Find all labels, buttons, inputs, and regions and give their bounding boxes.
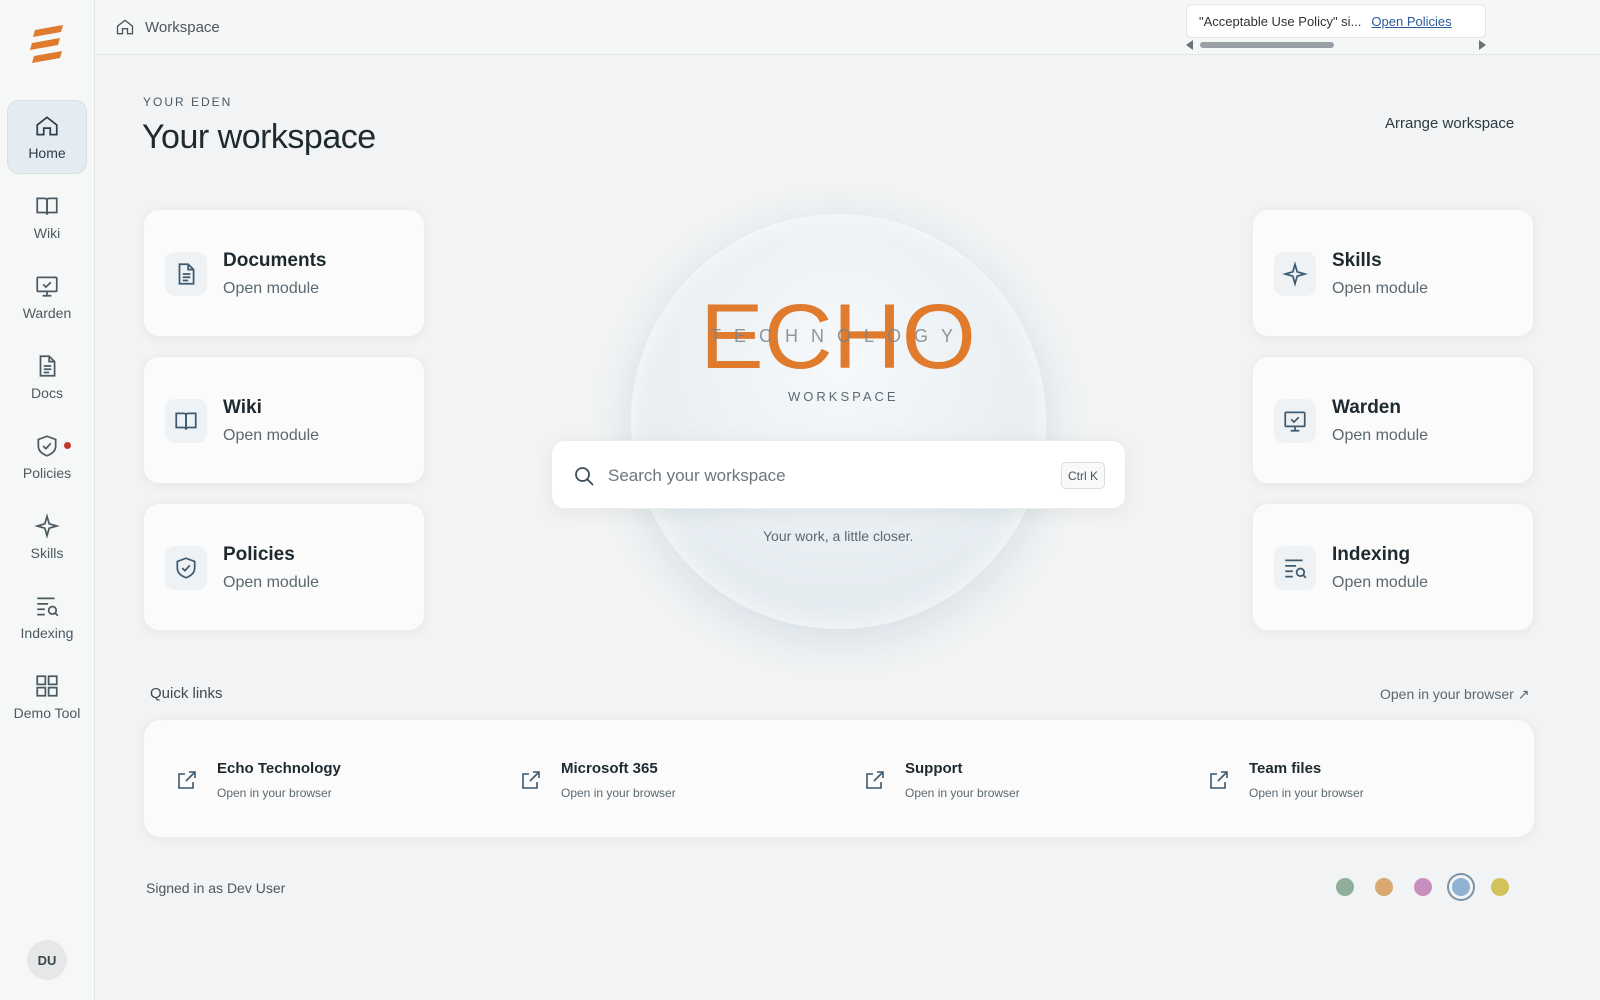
sidebar-item-warden[interactable]: Warden <box>7 260 87 334</box>
quick-link-name: Support <box>905 760 963 777</box>
logo-subtext: TECHNOLOGY <box>710 326 966 346</box>
sidebar-item-home[interactable]: Home <box>7 100 87 174</box>
sidebar-item-policies[interactable]: Policies <box>7 420 87 494</box>
document-icon <box>165 252 207 296</box>
sidebar: Home Wiki Warden Docs Policies Skills In… <box>0 0 95 1000</box>
module-card-documents[interactable]: Documents Open module <box>143 209 425 337</box>
quick-link-subtitle: Open in your browser <box>1249 786 1364 800</box>
quick-link-subtitle: Open in your browser <box>217 786 332 800</box>
shield-check-icon <box>165 546 207 590</box>
module-subtitle: Open module <box>1332 280 1429 297</box>
notice-text: "Acceptable Use Policy" si... <box>1199 13 1362 29</box>
quick-links-panel: Echo Technology Open in your browser Mic… <box>143 719 1535 838</box>
search-shortcut-badge: Ctrl K <box>1061 462 1105 489</box>
sidebar-item-label: Docs <box>31 385 63 401</box>
breadcrumb-label: Workspace <box>145 18 220 36</box>
open-policies-link[interactable]: Open Policies <box>1371 14 1451 29</box>
quick-link-support[interactable]: Support Open in your browser <box>832 720 1132 839</box>
avatar[interactable]: DU <box>27 940 67 980</box>
scroll-right-arrow-icon[interactable] <box>1479 40 1486 50</box>
sidebar-item-label: Demo Tool <box>13 705 81 721</box>
external-link-icon <box>522 771 540 789</box>
center-orb <box>631 214 1046 629</box>
book-icon <box>36 197 58 215</box>
module-name: Policies <box>223 544 295 565</box>
breadcrumb[interactable]: Workspace <box>115 17 220 37</box>
external-link-icon <box>178 771 196 789</box>
arrange-workspace-button[interactable]: Arrange workspace <box>1385 115 1514 132</box>
sidebar-item-label: Skills <box>30 545 64 561</box>
grid-icon <box>36 675 58 697</box>
list-search-icon <box>1274 546 1316 590</box>
theme-swatch-yellow[interactable] <box>1491 878 1509 896</box>
module-card-wiki[interactable]: Wiki Open module <box>143 356 425 484</box>
list-search-icon <box>37 597 59 617</box>
sidebar-item-label: Wiki <box>33 225 61 241</box>
sidebar-item-label: Home <box>28 145 66 161</box>
sidebar-item-demo-tool[interactable]: Demo Tool <box>7 660 87 734</box>
external-link-icon <box>866 771 884 789</box>
module-name: Wiki <box>223 397 262 418</box>
module-subtitle: Open module <box>223 280 320 297</box>
sidebar-item-label: Policies <box>22 465 72 481</box>
notification-dot <box>64 442 71 449</box>
module-name: Indexing <box>1332 544 1411 565</box>
quick-link-subtitle: Open in your browser <box>905 786 1020 800</box>
module-subtitle: Open module <box>1332 427 1429 444</box>
workspace-search[interactable]: Ctrl K <box>551 440 1126 509</box>
tagline: Your work, a little closer. <box>763 528 914 544</box>
scrollbar-thumb[interactable] <box>1200 42 1334 48</box>
sidebar-item-skills[interactable]: Skills <box>7 500 87 574</box>
quick-link-team-files[interactable]: Team files Open in your browser <box>1176 720 1476 839</box>
document-icon <box>39 355 56 377</box>
quick-link-microsoft-365[interactable]: Microsoft 365 Open in your browser <box>488 720 788 839</box>
quick-link-name: Echo Technology <box>217 760 341 777</box>
sparkle-icon <box>34 513 60 539</box>
page-title: Your workspace <box>142 118 376 156</box>
external-link-icon <box>1210 771 1228 789</box>
module-subtitle: Open module <box>1332 574 1429 591</box>
module-card-policies[interactable]: Policies Open module <box>143 503 425 631</box>
monitor-check-icon <box>1274 399 1316 443</box>
theme-swatch-green[interactable] <box>1336 878 1354 896</box>
sidebar-item-label: Indexing <box>20 625 74 641</box>
search-icon <box>575 467 594 486</box>
module-card-skills[interactable]: Skills Open module <box>1252 209 1534 337</box>
app-logo[interactable] <box>29 24 67 64</box>
search-input[interactable] <box>608 461 1028 491</box>
quick-link-name: Team files <box>1249 760 1322 777</box>
page-eyebrow: YOUR EDEN <box>143 95 233 109</box>
module-name: Documents <box>223 250 327 271</box>
quick-link-echo-technology[interactable]: Echo Technology Open in your browser <box>144 720 444 839</box>
home-icon <box>116 19 134 35</box>
signed-in-status: Signed in as Dev User <box>146 880 286 896</box>
module-card-indexing[interactable]: Indexing Open module <box>1252 503 1534 631</box>
quick-link-name: Microsoft 365 <box>561 760 658 777</box>
module-name: Warden <box>1332 397 1401 418</box>
module-subtitle: Open module <box>223 574 320 591</box>
quick-link-subtitle: Open in your browser <box>561 786 676 800</box>
sparkle-icon <box>1274 252 1316 296</box>
shield-check-icon <box>37 435 57 457</box>
book-icon <box>165 399 207 443</box>
workspace-label: WORKSPACE <box>788 389 899 404</box>
echo-technology-logo: ECHO TECHNOLOGY <box>700 292 976 376</box>
module-card-warden[interactable]: Warden Open module <box>1252 356 1534 484</box>
sidebar-item-wiki[interactable]: Wiki <box>7 180 87 254</box>
theme-swatch-orange[interactable] <box>1375 878 1393 896</box>
module-name: Skills <box>1332 250 1382 271</box>
monitor-check-icon <box>36 276 58 297</box>
open-in-browser-link[interactable]: Open in your browser ↗ <box>1380 686 1529 703</box>
module-subtitle: Open module <box>223 427 320 444</box>
scroll-left-arrow-icon[interactable] <box>1186 40 1193 50</box>
sidebar-item-docs[interactable]: Docs <box>7 340 87 414</box>
sidebar-item-indexing[interactable]: Indexing <box>7 580 87 654</box>
policy-notice: "Acceptable Use Policy" si... Open Polic… <box>1186 4 1486 38</box>
theme-swatch-blue[interactable] <box>1452 878 1470 896</box>
quick-links-title: Quick links <box>150 685 223 702</box>
sidebar-item-label: Warden <box>22 305 72 321</box>
notice-scrollbar[interactable] <box>1186 40 1486 50</box>
theme-swatch-pink[interactable] <box>1414 878 1432 896</box>
home-icon <box>36 116 58 136</box>
